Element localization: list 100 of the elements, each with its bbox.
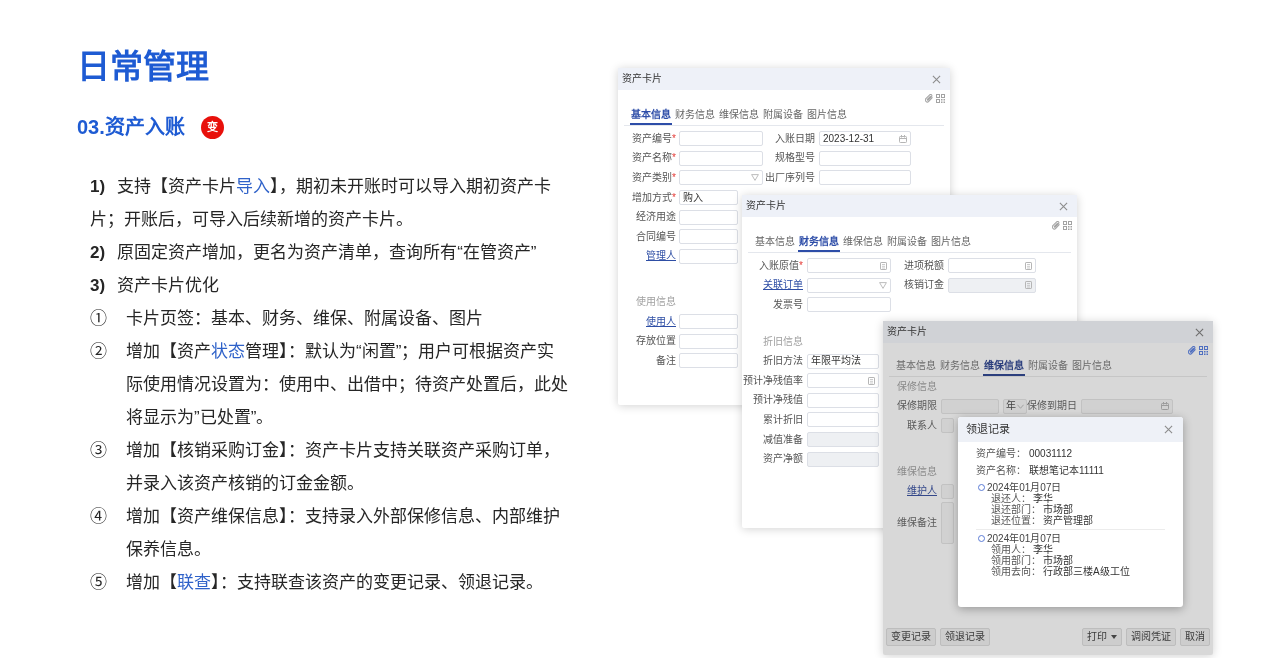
- field-link[interactable]: 管理人: [646, 250, 676, 263]
- input-field[interactable]: [679, 314, 738, 330]
- input-field[interactable]: [941, 398, 999, 414]
- input-field[interactable]: 购入: [679, 190, 738, 206]
- list-marker: ②: [90, 341, 107, 363]
- field-label: 资产名称*: [632, 152, 676, 165]
- section-label: 使用信息: [636, 295, 676, 308]
- window-title: 资产卡片: [887, 326, 927, 338]
- input-field[interactable]: [679, 333, 738, 349]
- input-field[interactable]: [941, 483, 954, 499]
- field-label: 资产类别*: [632, 172, 676, 184]
- tab[interactable]: 维保信息: [842, 233, 884, 252]
- field-label: 减值准备: [763, 433, 803, 446]
- number-field[interactable]: [807, 373, 879, 389]
- tab[interactable]: 附属设备: [762, 106, 804, 125]
- tab[interactable]: 图片信息: [930, 233, 972, 252]
- tab[interactable]: 附属设备: [1027, 357, 1069, 376]
- list-item: 1) 支持【资产卡片导入】，期初未开账时可以导入期初资产卡片；开账后，可导入后续新增的资产卡片。: [90, 176, 553, 231]
- caret-icon: [1111, 635, 1117, 639]
- select-field[interactable]: [807, 277, 891, 293]
- number-field[interactable]: [807, 258, 891, 274]
- field-label: 累计折旧: [763, 413, 803, 426]
- timeline-date: 2024年01月07日: [987, 482, 1062, 493]
- input-field[interactable]: [679, 248, 738, 264]
- field-value: 李华: [1033, 493, 1053, 504]
- input-field[interactable]: [679, 131, 763, 147]
- input-field[interactable]: [941, 418, 954, 434]
- select-field[interactable]: [679, 170, 763, 186]
- footer-button[interactable]: 变更记录: [886, 628, 936, 646]
- tab[interactable]: 图片信息: [806, 106, 848, 125]
- input-field[interactable]: 年限平均法: [807, 353, 879, 369]
- tab[interactable]: 附属设备: [886, 233, 928, 252]
- tab[interactable]: 图片信息: [1071, 357, 1113, 376]
- field-label: 入账日期: [775, 132, 815, 145]
- field-value: 资产管理部: [1043, 515, 1093, 526]
- input-field[interactable]: [679, 353, 738, 369]
- window-title: 资产卡片: [622, 73, 662, 85]
- number-field[interactable]: [948, 258, 1036, 274]
- tab[interactable]: 维保信息: [718, 106, 760, 125]
- unit-select[interactable]: 年: [1003, 398, 1027, 414]
- list-marker: ④: [90, 506, 107, 528]
- input-field[interactable]: [807, 412, 879, 428]
- input-field[interactable]: [679, 209, 738, 225]
- footer-button[interactable]: 领退记录: [940, 628, 990, 646]
- text-area-field[interactable]: [941, 501, 954, 544]
- down-triangle-icon: [751, 174, 759, 182]
- close-icon[interactable]: [1164, 425, 1173, 434]
- split-button[interactable]: 打印: [1082, 628, 1122, 646]
- field-label: 联系人: [907, 420, 937, 432]
- close-icon[interactable]: [1195, 327, 1204, 337]
- input-field[interactable]: [807, 297, 891, 313]
- field-link[interactable]: 关联订单: [763, 279, 803, 292]
- calendar-icon: [899, 134, 907, 143]
- field-value: 行政部三楼A级工位: [1043, 566, 1130, 577]
- close-icon[interactable]: [1059, 201, 1068, 211]
- tab[interactable]: 维保信息: [983, 357, 1025, 376]
- field-label: 资产名称：: [976, 464, 1026, 477]
- qr-code-icon[interactable]: [936, 93, 945, 103]
- paperclip-icon[interactable]: [1188, 345, 1196, 355]
- paperclip-icon[interactable]: [925, 93, 933, 103]
- field-value: 联想笔记本11111: [1029, 464, 1104, 477]
- field-label: 核销订金: [904, 279, 944, 292]
- field-label: 预计净残值: [753, 394, 803, 407]
- field-label: 折旧方法: [763, 355, 803, 368]
- badge: 变: [200, 115, 224, 139]
- field-label: 出厂序列号: [765, 172, 815, 184]
- input-field[interactable]: [819, 170, 911, 186]
- close-icon[interactable]: [932, 74, 941, 84]
- footer-button[interactable]: 调阅凭证: [1126, 628, 1176, 646]
- input-field[interactable]: [819, 150, 911, 166]
- calculator-icon: [1025, 281, 1032, 290]
- field-link[interactable]: 维护人: [907, 485, 937, 498]
- input-field[interactable]: [807, 392, 879, 408]
- list-item: 3) 资产卡片优化: [90, 275, 221, 297]
- input-field[interactable]: [679, 229, 738, 245]
- list-item-text: 增加【核销采购订金】：资产卡片支持关联资产采购订单，并录入该资产核销的订金金额。: [126, 440, 561, 495]
- field-label: 合同编号: [636, 230, 676, 243]
- tab[interactable]: 财务信息: [674, 106, 716, 125]
- list-item-text: 增加【联查】：支持联查该资产的变更记录、领退记录。: [126, 572, 544, 594]
- list-marker: ⑤: [90, 572, 107, 594]
- tab[interactable]: 基本信息: [630, 106, 672, 125]
- tab[interactable]: 财务信息: [939, 357, 981, 376]
- tab[interactable]: 基本信息: [895, 357, 937, 376]
- tab[interactable]: 财务信息: [798, 233, 840, 252]
- paperclip-icon[interactable]: [1052, 220, 1060, 230]
- input-field[interactable]: [679, 150, 763, 166]
- qr-code-icon[interactable]: [1063, 220, 1072, 230]
- qr-code-icon[interactable]: [1199, 345, 1208, 355]
- field-label: 领用人：: [991, 544, 1031, 555]
- field-link[interactable]: 使用人: [646, 315, 676, 328]
- timeline-circle-icon: [978, 484, 985, 491]
- field-label: 进项税额: [904, 259, 944, 272]
- field-label: 退还部门：: [991, 504, 1041, 515]
- field-label: 保修期限: [897, 400, 937, 413]
- calculator-icon: [1025, 261, 1032, 270]
- footer-button[interactable]: 取消: [1180, 628, 1210, 646]
- date-field[interactable]: [1081, 398, 1173, 414]
- field-label: 入账原值*: [759, 259, 803, 272]
- tab[interactable]: 基本信息: [754, 233, 796, 252]
- date-field[interactable]: 2023-12-31: [819, 131, 911, 147]
